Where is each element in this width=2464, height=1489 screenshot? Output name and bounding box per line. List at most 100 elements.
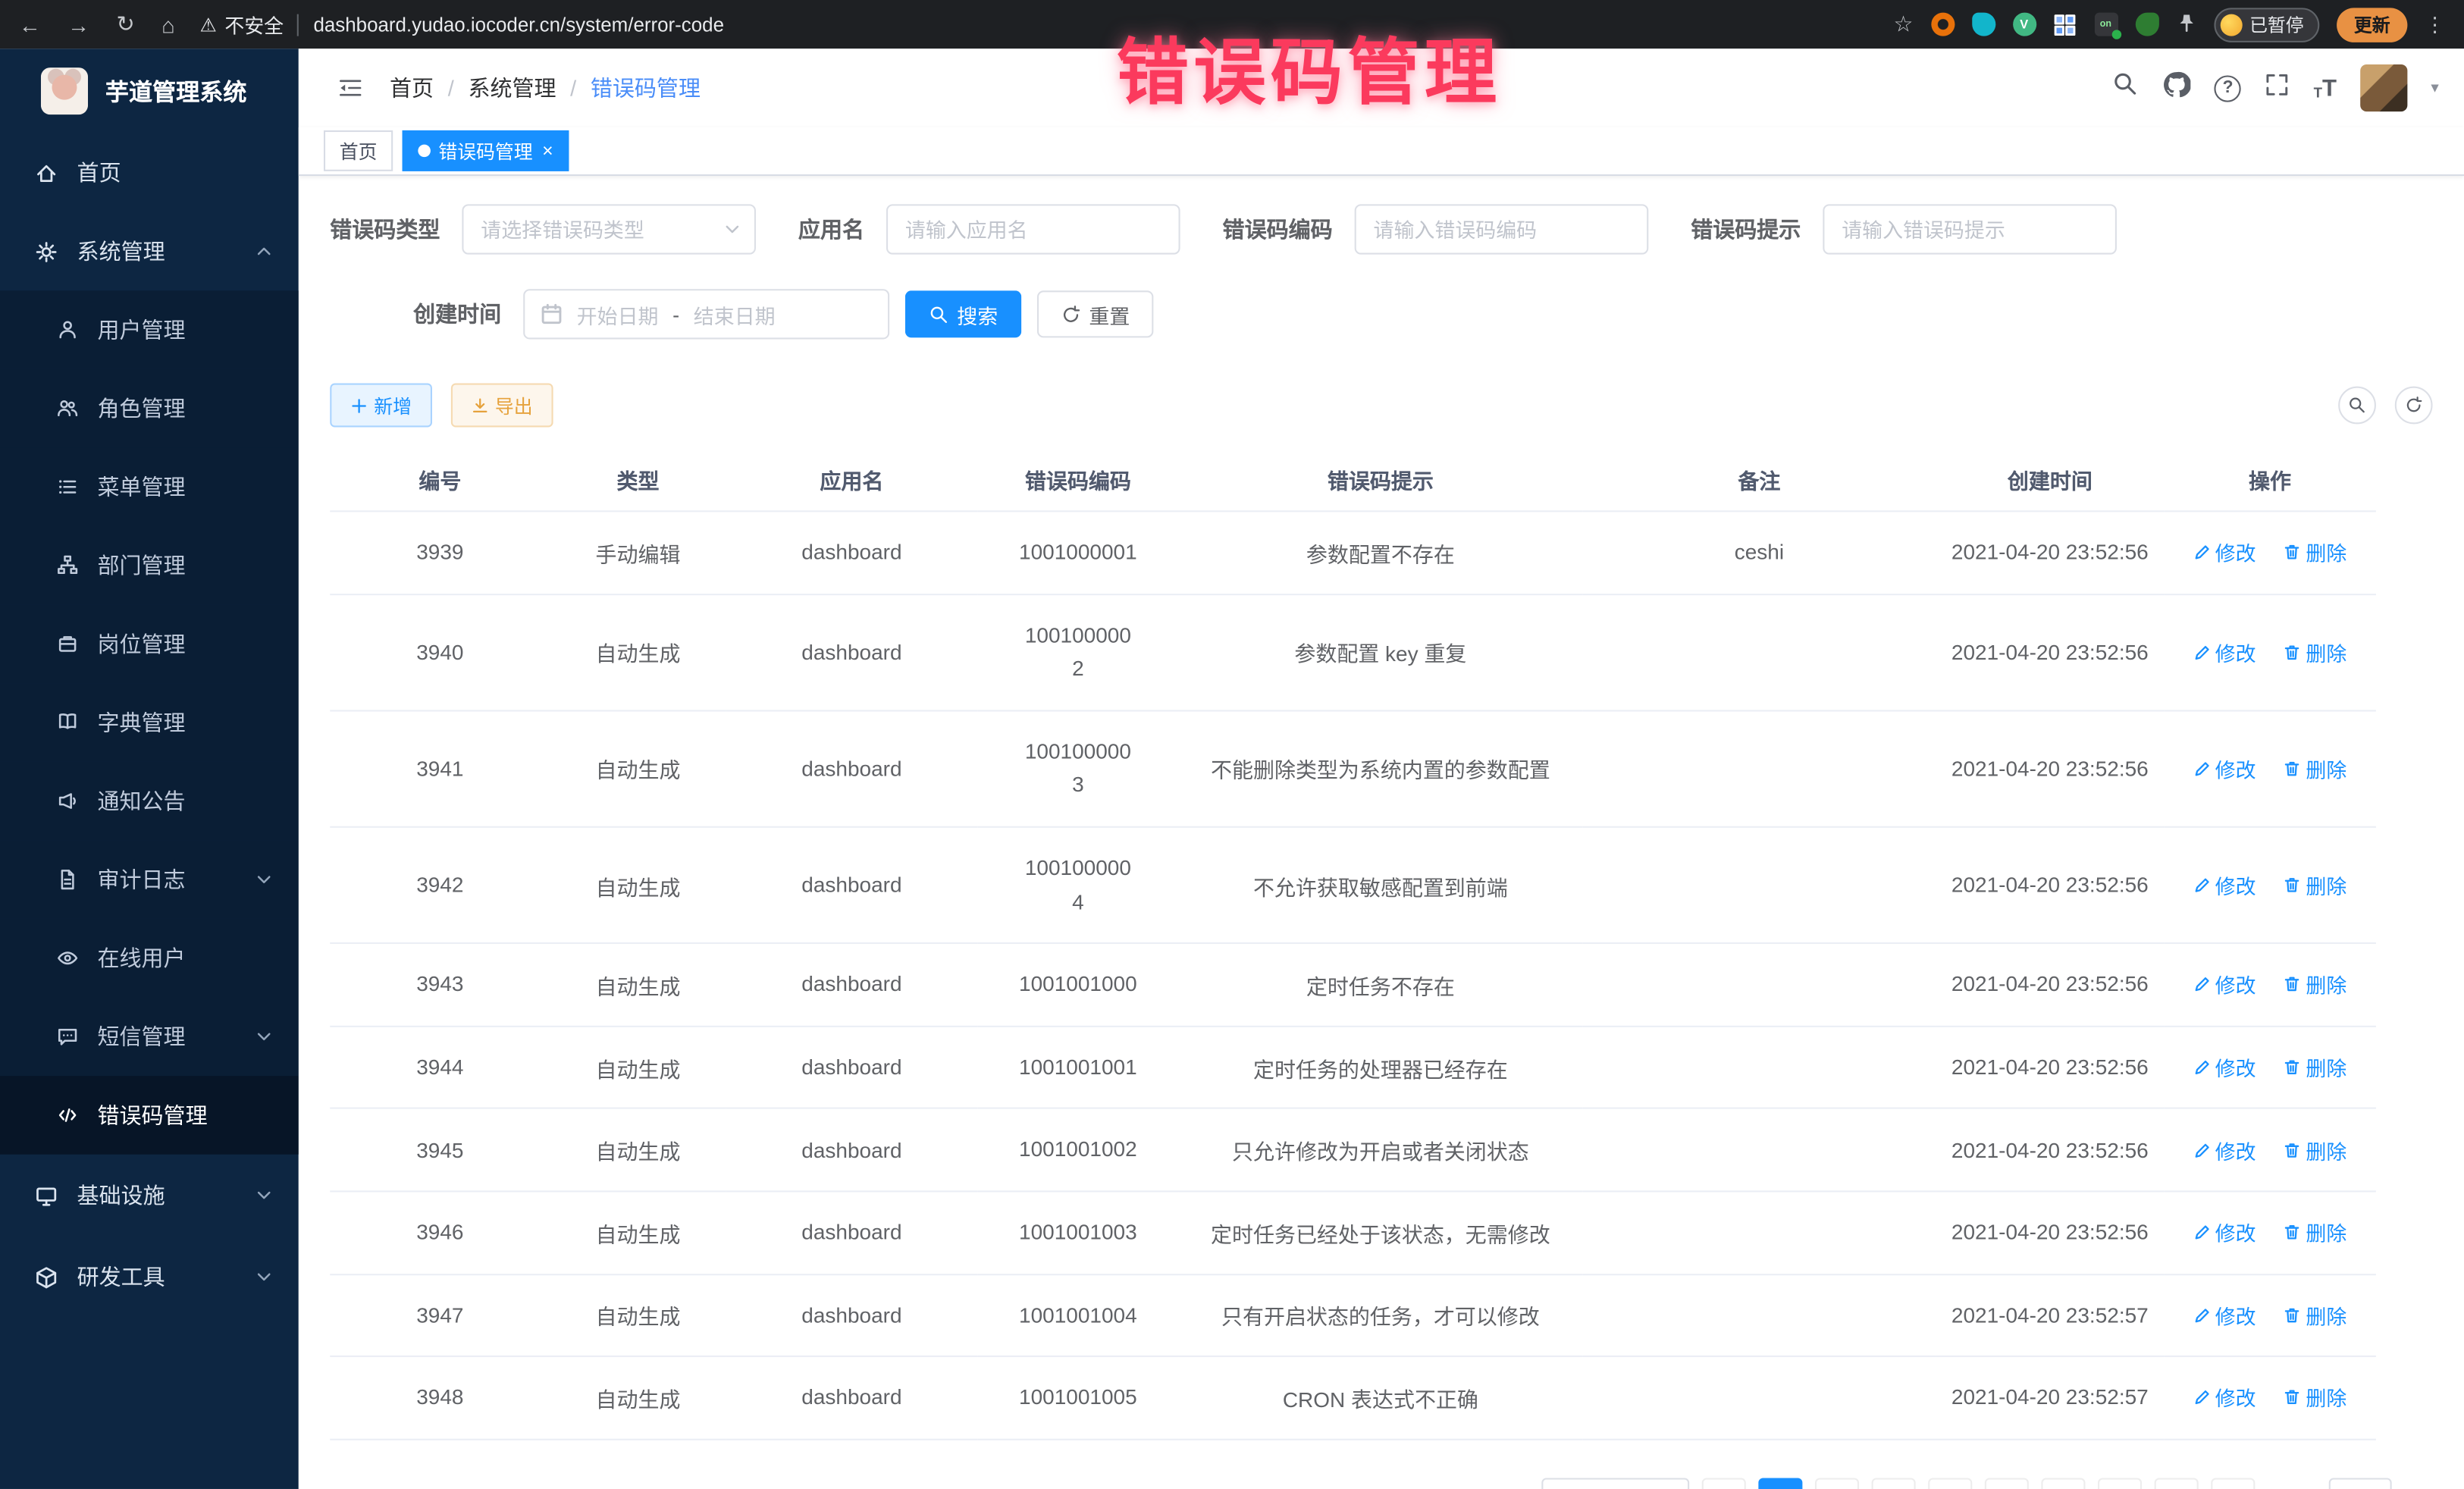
page-button[interactable]: 3: [1872, 1478, 1916, 1489]
search-icon[interactable]: [2112, 71, 2139, 105]
help-icon[interactable]: ?: [2215, 74, 2241, 101]
hamburger-icon[interactable]: [337, 75, 365, 100]
edit-link[interactable]: 修改: [2193, 1218, 2256, 1247]
sidebar-item-home[interactable]: 首页: [0, 133, 299, 212]
table-row[interactable]: 3947 自动生成 dashboard 1001001004 只有开启状态的任务…: [330, 1274, 2376, 1356]
extension-icon[interactable]: V: [2012, 13, 2036, 36]
delete-link[interactable]: 删除: [2284, 1218, 2346, 1247]
edit-link[interactable]: 修改: [2193, 870, 2256, 900]
delete-link[interactable]: 删除: [2284, 870, 2346, 900]
page-button[interactable]: 5: [1985, 1478, 2029, 1489]
edit-link[interactable]: 修改: [2193, 1052, 2256, 1082]
edit-link[interactable]: 修改: [2193, 970, 2256, 999]
sidebar-item-roles[interactable]: 角色管理: [0, 369, 299, 448]
page-button[interactable]: 6: [2041, 1478, 2085, 1489]
close-icon[interactable]: ×: [542, 139, 553, 161]
breadcrumb-home[interactable]: 首页: [390, 72, 434, 103]
delete-link[interactable]: 删除: [2284, 1135, 2346, 1165]
more-pages-button[interactable]: •••: [2098, 1478, 2142, 1489]
table-row[interactable]: 3943 自动生成 dashboard 1001001000 定时任务不存在 2…: [330, 943, 2376, 1026]
tab-home[interactable]: 首页: [324, 130, 393, 171]
sidebar-item-online-users[interactable]: 在线用户: [0, 919, 299, 998]
kebab-menu-icon[interactable]: ⋮: [2425, 12, 2445, 37]
search-button[interactable]: 搜索: [905, 290, 1021, 337]
extension-icon[interactable]: [2135, 13, 2158, 36]
next-page-button[interactable]: [2211, 1478, 2255, 1489]
browser-update-button[interactable]: 更新: [2337, 7, 2407, 42]
github-icon[interactable]: [2163, 70, 2191, 106]
error-code-field[interactable]: [1355, 204, 1649, 254]
sidebar-item-notices[interactable]: 通知公告: [0, 762, 299, 841]
pin-icon[interactable]: [2176, 12, 2196, 37]
table-row[interactable]: 3944 自动生成 dashboard 1001001001 定时任务的处理器已…: [330, 1026, 2376, 1108]
date-range-picker[interactable]: 开始日期 - 结束日期: [523, 289, 889, 339]
bookmark-star-icon[interactable]: ☆: [1893, 11, 1913, 38]
goto-page-input[interactable]: [2329, 1478, 2392, 1489]
extension-icon[interactable]: [2053, 13, 2077, 36]
delete-link[interactable]: 删除: [2284, 538, 2346, 567]
page-button[interactable]: 2: [1815, 1478, 1859, 1489]
reset-button[interactable]: 重置: [1037, 290, 1153, 337]
home-icon[interactable]: ⌂: [161, 12, 175, 37]
user-avatar[interactable]: [2360, 64, 2407, 111]
table-row[interactable]: 3939 手动编辑 dashboard 1001000001 参数配置不存在 c…: [330, 511, 2376, 594]
back-icon[interactable]: ←: [19, 12, 41, 37]
delete-link[interactable]: 删除: [2284, 754, 2346, 783]
page-button[interactable]: 4: [1928, 1478, 1972, 1489]
sidebar-item-menus[interactable]: 菜单管理: [0, 447, 299, 526]
table-row[interactable]: 3946 自动生成 dashboard 1001001003 定时任务已经处于该…: [330, 1191, 2376, 1274]
edit-link[interactable]: 修改: [2193, 1300, 2256, 1330]
sidebar-item-sms[interactable]: 短信管理: [0, 998, 299, 1077]
edit-link[interactable]: 修改: [2193, 538, 2256, 567]
forward-icon[interactable]: →: [67, 12, 89, 37]
add-button[interactable]: 新增: [330, 383, 432, 427]
delete-link[interactable]: 删除: [2284, 1300, 2346, 1330]
app-name-input[interactable]: [905, 218, 1138, 241]
sidebar-item-dev-tools[interactable]: 研发工具: [0, 1236, 299, 1318]
refresh-table-button[interactable]: [2395, 387, 2433, 425]
sidebar-item-audit-log[interactable]: 审计日志: [0, 840, 299, 919]
error-hint-input[interactable]: [1842, 218, 2074, 241]
address-bar[interactable]: ⚠ 不安全 dashboard.yudao.iocoder.cn/system/…: [200, 9, 1894, 39]
security-indicator[interactable]: ⚠ 不安全: [200, 9, 284, 39]
table-row[interactable]: 3940 自动生成 dashboard 100100000 2 参数配置 key…: [330, 594, 2376, 710]
edit-link[interactable]: 修改: [2193, 637, 2256, 666]
sidebar-item-system[interactable]: 系统管理: [0, 212, 299, 291]
sidebar-item-users[interactable]: 用户管理: [0, 290, 299, 369]
tab-error-code[interactable]: 错误码管理 ×: [403, 130, 569, 171]
error-type-select[interactable]: [462, 204, 756, 254]
delete-link[interactable]: 删除: [2284, 637, 2346, 666]
sidebar-item-error-code[interactable]: 错误码管理: [0, 1076, 299, 1155]
page-size-select[interactable]: 10条/页: [1541, 1478, 1689, 1489]
delete-link[interactable]: 删除: [2284, 970, 2346, 999]
prev-page-button[interactable]: [1702, 1478, 1746, 1489]
font-size-icon[interactable]: TT: [2314, 76, 2337, 99]
edit-link[interactable]: 修改: [2193, 1135, 2256, 1165]
sidebar-item-positions[interactable]: 岗位管理: [0, 605, 299, 684]
error-type-select-input[interactable]: [481, 218, 713, 241]
url-text[interactable]: dashboard.yudao.iocoder.cn/system/error-…: [313, 14, 724, 36]
edit-link[interactable]: 修改: [2193, 1383, 2256, 1412]
toggle-search-button[interactable]: [2338, 387, 2376, 425]
extension-icon[interactable]: [1930, 13, 1954, 36]
table-row[interactable]: 3945 自动生成 dashboard 1001001002 只允许修改为开启或…: [330, 1108, 2376, 1191]
delete-link[interactable]: 删除: [2284, 1052, 2346, 1082]
profile-paused-chip[interactable]: 已暂停: [2213, 7, 2319, 42]
table-row[interactable]: 3948 自动生成 dashboard 1001001005 CRON 表达式不…: [330, 1356, 2376, 1439]
error-code-input[interactable]: [1374, 218, 1607, 241]
error-hint-field[interactable]: [1823, 204, 2117, 254]
table-row[interactable]: 3941 自动生成 dashboard 100100000 3 不能删除类型为系…: [330, 710, 2376, 827]
export-button[interactable]: 导出: [451, 383, 553, 427]
page-button[interactable]: 1: [1758, 1478, 1802, 1489]
delete-link[interactable]: 删除: [2284, 1383, 2346, 1412]
fullscreen-icon[interactable]: [2265, 71, 2290, 105]
reload-icon[interactable]: ↻: [116, 11, 134, 38]
caret-down-icon[interactable]: ▾: [2431, 80, 2438, 97]
app-name-field[interactable]: [886, 204, 1180, 254]
breadcrumb-system[interactable]: 系统管理: [468, 72, 556, 103]
sidebar-item-infrastructure[interactable]: 基础设施: [0, 1155, 299, 1237]
table-row[interactable]: 3942 自动生成 dashboard 100100000 4 不允许获取敏感配…: [330, 827, 2376, 944]
edit-link[interactable]: 修改: [2193, 754, 2256, 783]
extension-icon[interactable]: on: [2094, 13, 2118, 36]
page-button[interactable]: 8: [2155, 1478, 2199, 1489]
